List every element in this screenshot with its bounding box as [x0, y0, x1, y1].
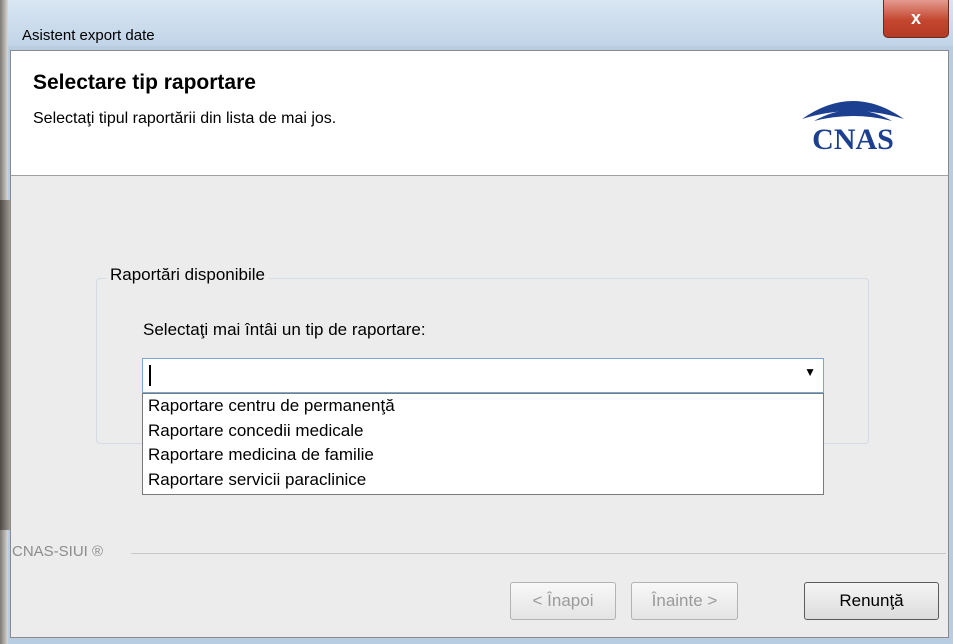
footer-divider	[131, 553, 946, 554]
dropdown-arrow-icon[interactable]: ▼	[804, 365, 816, 379]
dropdown-option[interactable]: Raportare servicii paraclinice	[143, 468, 823, 493]
footer-brand-label: CNAS-SIUI ®	[12, 543, 110, 560]
page-subtitle: Selectaţi tipul raportării din lista de …	[33, 110, 337, 127]
back-button[interactable]: < Înapoi	[510, 582, 616, 620]
window-title: Asistent export date	[22, 27, 155, 44]
close-icon: x	[910, 8, 921, 28]
report-type-combobox[interactable]: ▼	[142, 358, 824, 393]
report-type-dropdown-list: Raportare centru de permanenţă Raportare…	[142, 393, 824, 495]
next-button[interactable]: Înainte >	[631, 582, 738, 620]
groupbox-legend: Raportări disponibile	[106, 265, 269, 285]
close-button[interactable]: x	[883, 0, 949, 38]
logo-text: CNAS	[812, 123, 894, 153]
dropdown-option[interactable]: Raportare medicina de familie	[143, 443, 823, 468]
cancel-button[interactable]: Renunţă	[804, 582, 939, 620]
cnas-logo: CNAS	[802, 101, 904, 153]
window-left-shadow	[0, 200, 10, 530]
export-wizard-window: Asistent export date x Selectare tip rap…	[0, 0, 953, 644]
title-bar[interactable]: Asistent export date x	[8, 0, 953, 46]
page-title: Selectare tip raportare	[33, 71, 256, 94]
dropdown-option[interactable]: Raportare centru de permanenţă	[143, 394, 823, 419]
report-type-label: Selectaţi mai întâi un tip de raportare:	[143, 320, 426, 339]
dropdown-option[interactable]: Raportare concedii medicale	[143, 419, 823, 444]
wizard-client-area: Selectare tip raportare Selectaţi tipul …	[10, 50, 949, 638]
wizard-header: Selectare tip raportare Selectaţi tipul …	[11, 51, 948, 176]
text-caret	[149, 365, 151, 386]
